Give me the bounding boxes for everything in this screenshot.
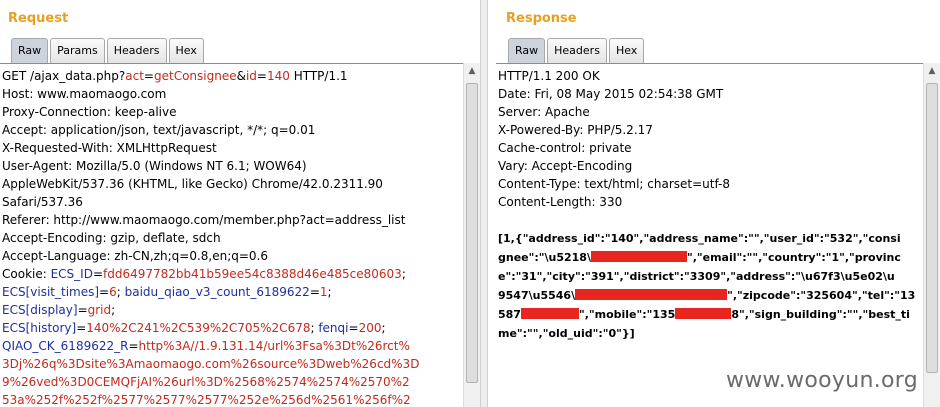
tab-hex[interactable]: Hex [168, 38, 204, 63]
redaction-block [590, 251, 687, 262]
header-referer: Referer: http://www.maomaogo.com/member.… [2, 213, 406, 227]
redaction-block [575, 289, 728, 300]
cookie-line-5: QIAO_CK_6189622_R=http%3A//1.9.131.14/ur… [2, 339, 410, 353]
tab-headers[interactable]: Headers [106, 38, 167, 63]
request-line: GET /ajax_data.php?act=getConsignee&id=1… [2, 69, 348, 83]
status-line: HTTP/1.1 200 OK [498, 69, 600, 83]
request-editor[interactable]: GET /ajax_data.php?act=getConsignee&id=1… [0, 63, 480, 407]
request-pane: Request Raw Params Headers Hex GET /ajax… [0, 0, 480, 407]
body-line-5: 587 ","mobile":"135 8","sign_building":"",… [498, 308, 910, 321]
redaction-block [675, 308, 732, 319]
header-cache-control: Cache-control: private [498, 141, 632, 155]
cookie-line-3: ECS[display]=grid; [2, 303, 116, 317]
header-content-length: Content-Length: 330 [498, 195, 623, 209]
response-scrollbar[interactable]: ▲ [923, 63, 940, 407]
response-tabs: Raw Headers Hex [508, 38, 646, 63]
header-cookie: Cookie: ECS_ID=fdd6497782bb41b59ee54c838… [2, 267, 406, 281]
header-user-agent: User-Agent: Mozilla/5.0 (Windows NT 6.1;… [2, 159, 307, 173]
cookie-line-8: 53a%252f%252f%2577%2577%2577%252e%256d%2… [2, 393, 411, 407]
scroll-up-icon[interactable]: ▲ [924, 63, 940, 80]
body-line-2: gnee":"\u5218\ ","email":"","country":"1"… [498, 251, 901, 264]
header-x-powered-by: X-Powered-By: PHP/5.2.17 [498, 123, 653, 137]
header-proxy-connection: Proxy-Connection: keep-alive [2, 105, 177, 119]
body-line-6: me":"","old_uid":"0"}] [498, 327, 635, 340]
request-tabs: Raw Params Headers Hex [11, 38, 206, 63]
header-host: Host: www.maomaogo.com [2, 87, 167, 101]
cookie-line-7: 9%26ved%3D0CEMQFjAI%26url%3D%2568%2574%2… [2, 375, 410, 389]
body-line-3: e":"31","city":"391","district":"3309","… [498, 270, 895, 283]
cookie-line-2: ECS[visit_times]=6; baidu_qiao_v3_count_… [2, 285, 332, 299]
scroll-thumb[interactable] [466, 83, 478, 383]
request-text: GET /ajax_data.php?act=getConsignee&id=1… [2, 67, 419, 407]
header-user-agent-cont1: AppleWebKit/537.36 (KHTML, like Gecko) C… [2, 177, 383, 191]
response-title: Response [506, 11, 577, 26]
header-date: Date: Fri, 08 May 2015 02:54:38 GMT [498, 87, 724, 101]
watermark: www.wooyun.org [725, 368, 918, 393]
tab-raw[interactable]: Raw [508, 38, 546, 63]
body-line-4: 9547\u5546\ ","zipcode":"325604","tel":"1… [498, 289, 916, 302]
header-server: Server: Apache [498, 105, 590, 119]
body-line-1: [1,{"address_id":"140","address_name":""… [498, 232, 901, 245]
header-accept: Accept: application/json, text/javascrip… [2, 123, 316, 137]
response-pane: Response Raw Headers Hex HTTP/1.1 200 OK… [488, 0, 940, 407]
request-title: Request [8, 11, 69, 26]
response-text: HTTP/1.1 200 OK Date: Fri, 08 May 2015 0… [498, 67, 915, 343]
scroll-up-icon[interactable]: ▲ [464, 63, 480, 80]
tab-hex[interactable]: Hex [608, 38, 645, 63]
cookie-line-4: ECS[history]=140%2C241%2C539%2C705%2C678… [2, 321, 386, 335]
pane-divider[interactable] [480, 0, 488, 407]
header-user-agent-cont2: Safari/537.36 [2, 195, 83, 209]
header-accept-encoding: Accept-Encoding: gzip, deflate, sdch [2, 231, 221, 245]
header-x-requested-with: X-Requested-With: XMLHttpRequest [2, 141, 217, 155]
cookie-line-6: 3Dj%26q%3Dsite%3Amaomaogo.com%26source%3… [2, 357, 420, 371]
header-vary: Vary: Accept-Encoding [498, 159, 633, 173]
tab-raw[interactable]: Raw [11, 38, 49, 63]
header-accept-language: Accept-Language: zh-CN,zh;q=0.8,en;q=0.6 [2, 249, 269, 263]
response-editor[interactable]: HTTP/1.1 200 OK Date: Fri, 08 May 2015 0… [496, 63, 940, 407]
scroll-thumb[interactable] [926, 83, 938, 373]
tab-headers[interactable]: Headers [547, 38, 607, 63]
header-content-type: Content-Type: text/html; charset=utf-8 [498, 177, 731, 191]
tab-params[interactable]: Params [50, 38, 105, 63]
redaction-block [520, 308, 579, 319]
request-scrollbar[interactable]: ▲ [463, 63, 480, 407]
